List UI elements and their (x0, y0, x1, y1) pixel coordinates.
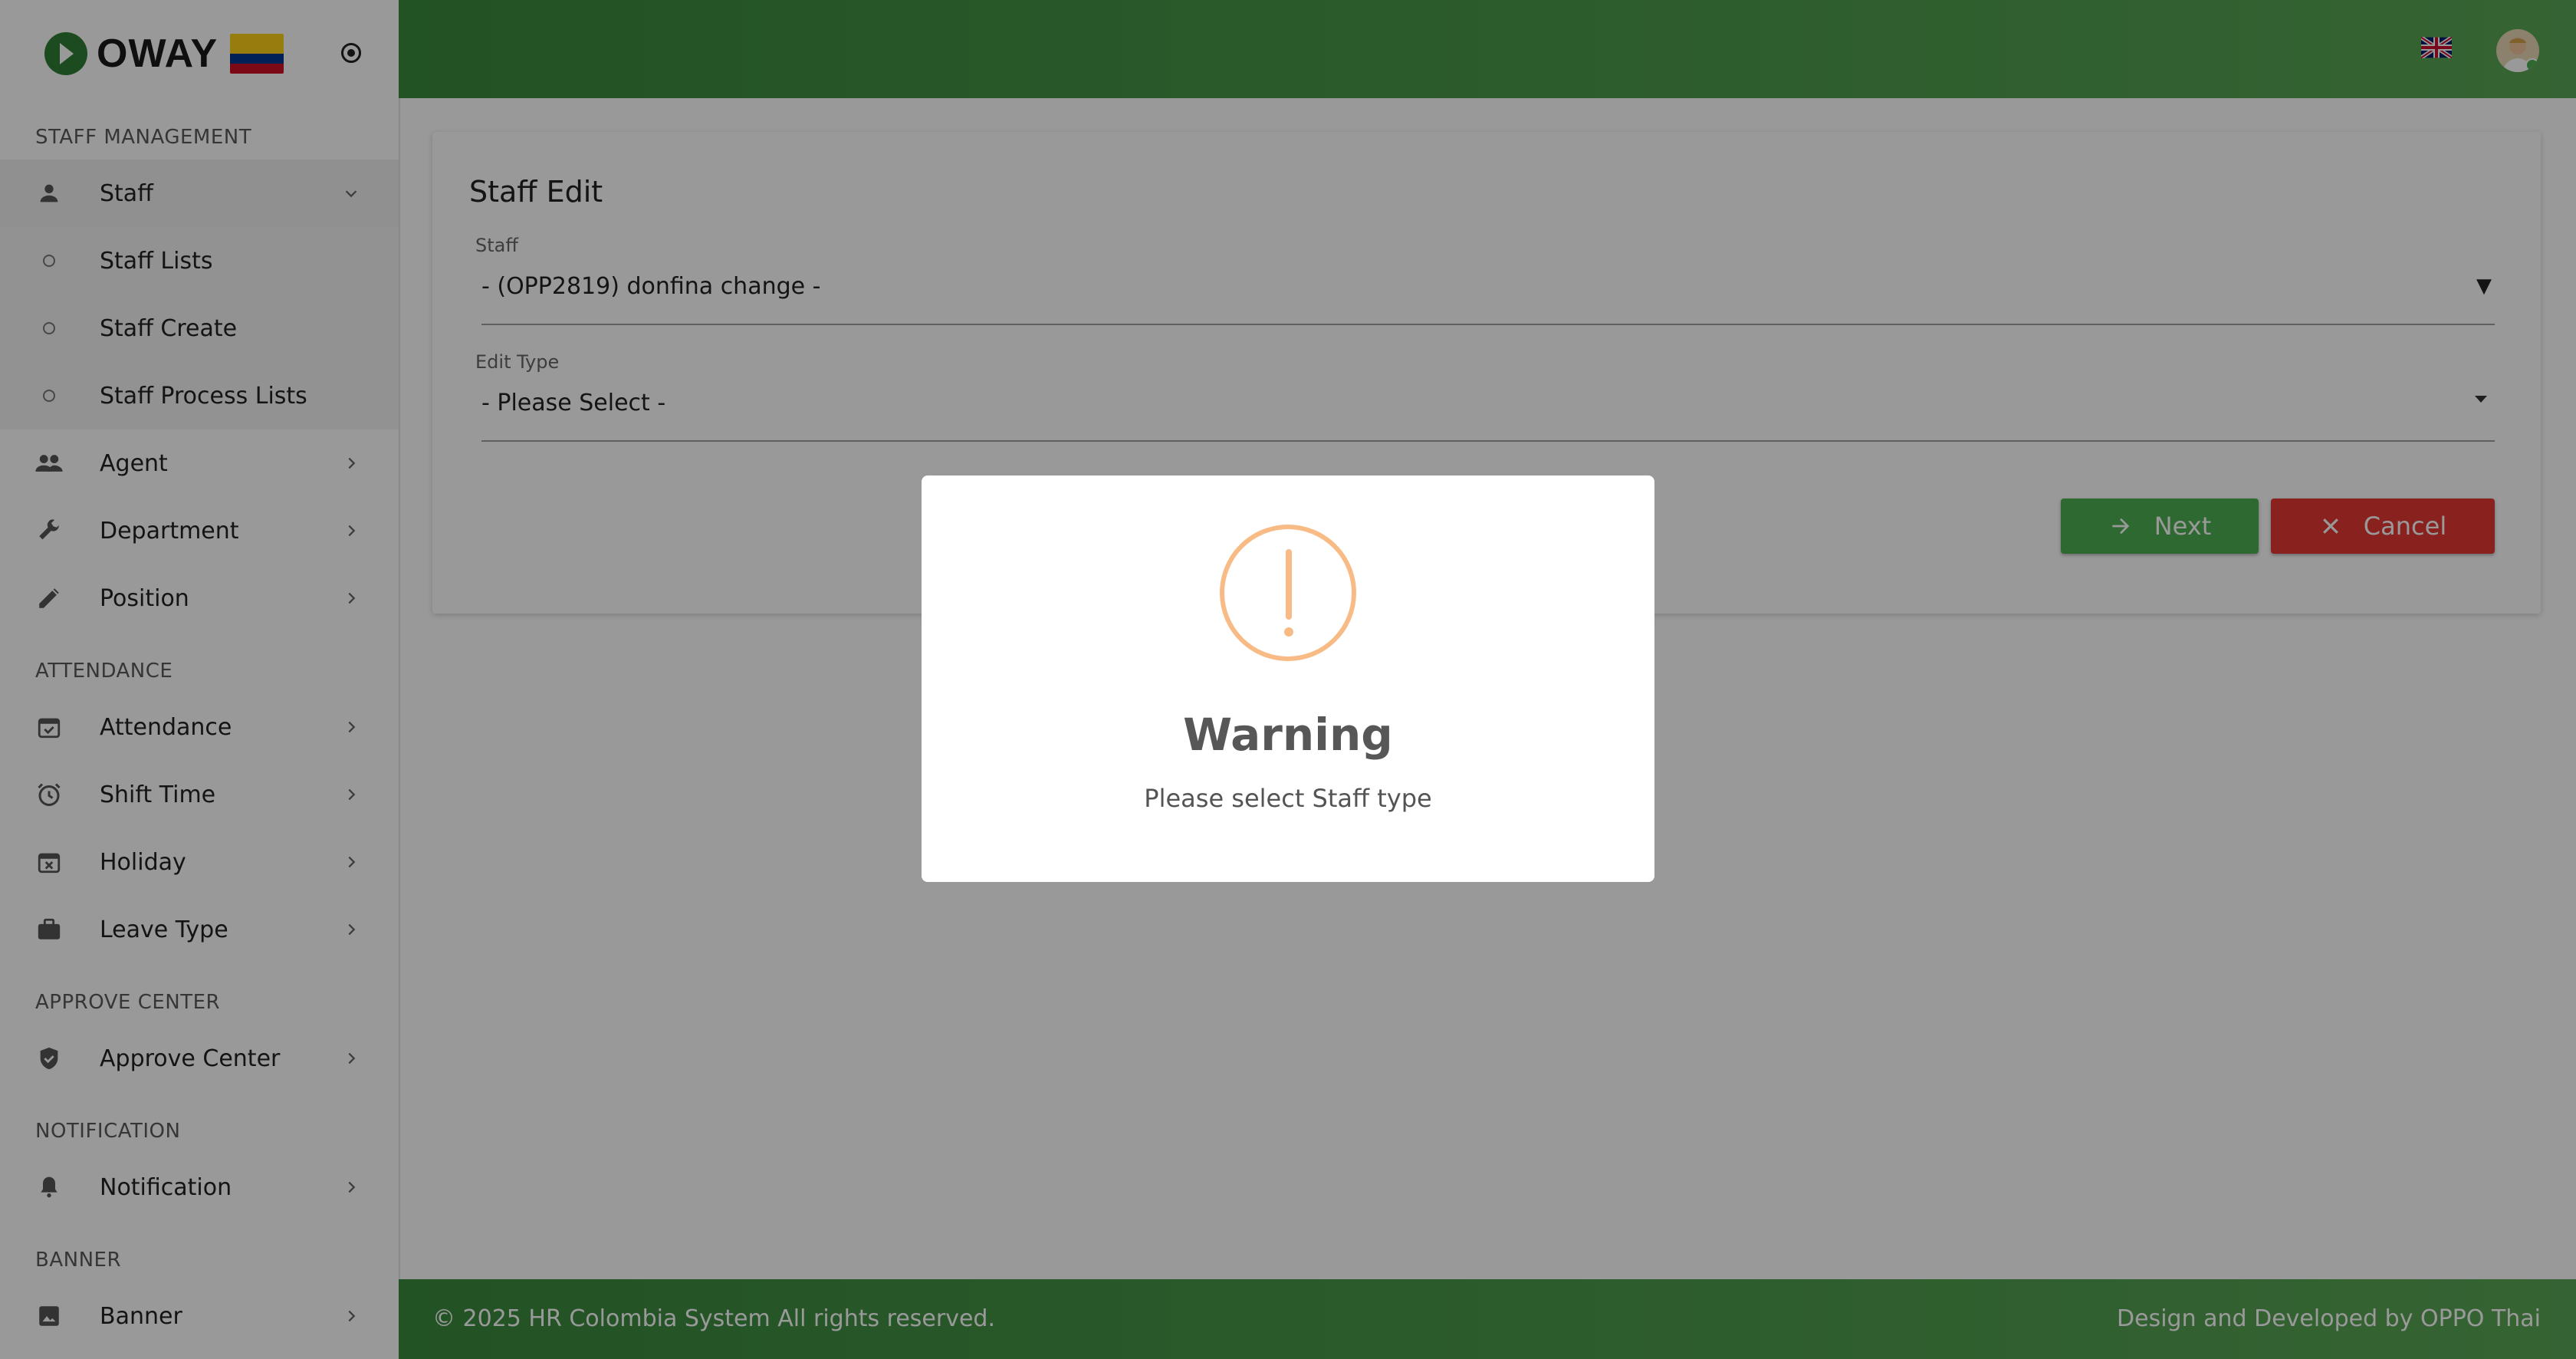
warning-icon (1220, 525, 1356, 661)
dialog-title: Warning (1183, 709, 1393, 761)
warning-dialog: Warning Please select Staff type (922, 475, 1654, 882)
dialog-message: Please select Staff type (1144, 784, 1432, 813)
